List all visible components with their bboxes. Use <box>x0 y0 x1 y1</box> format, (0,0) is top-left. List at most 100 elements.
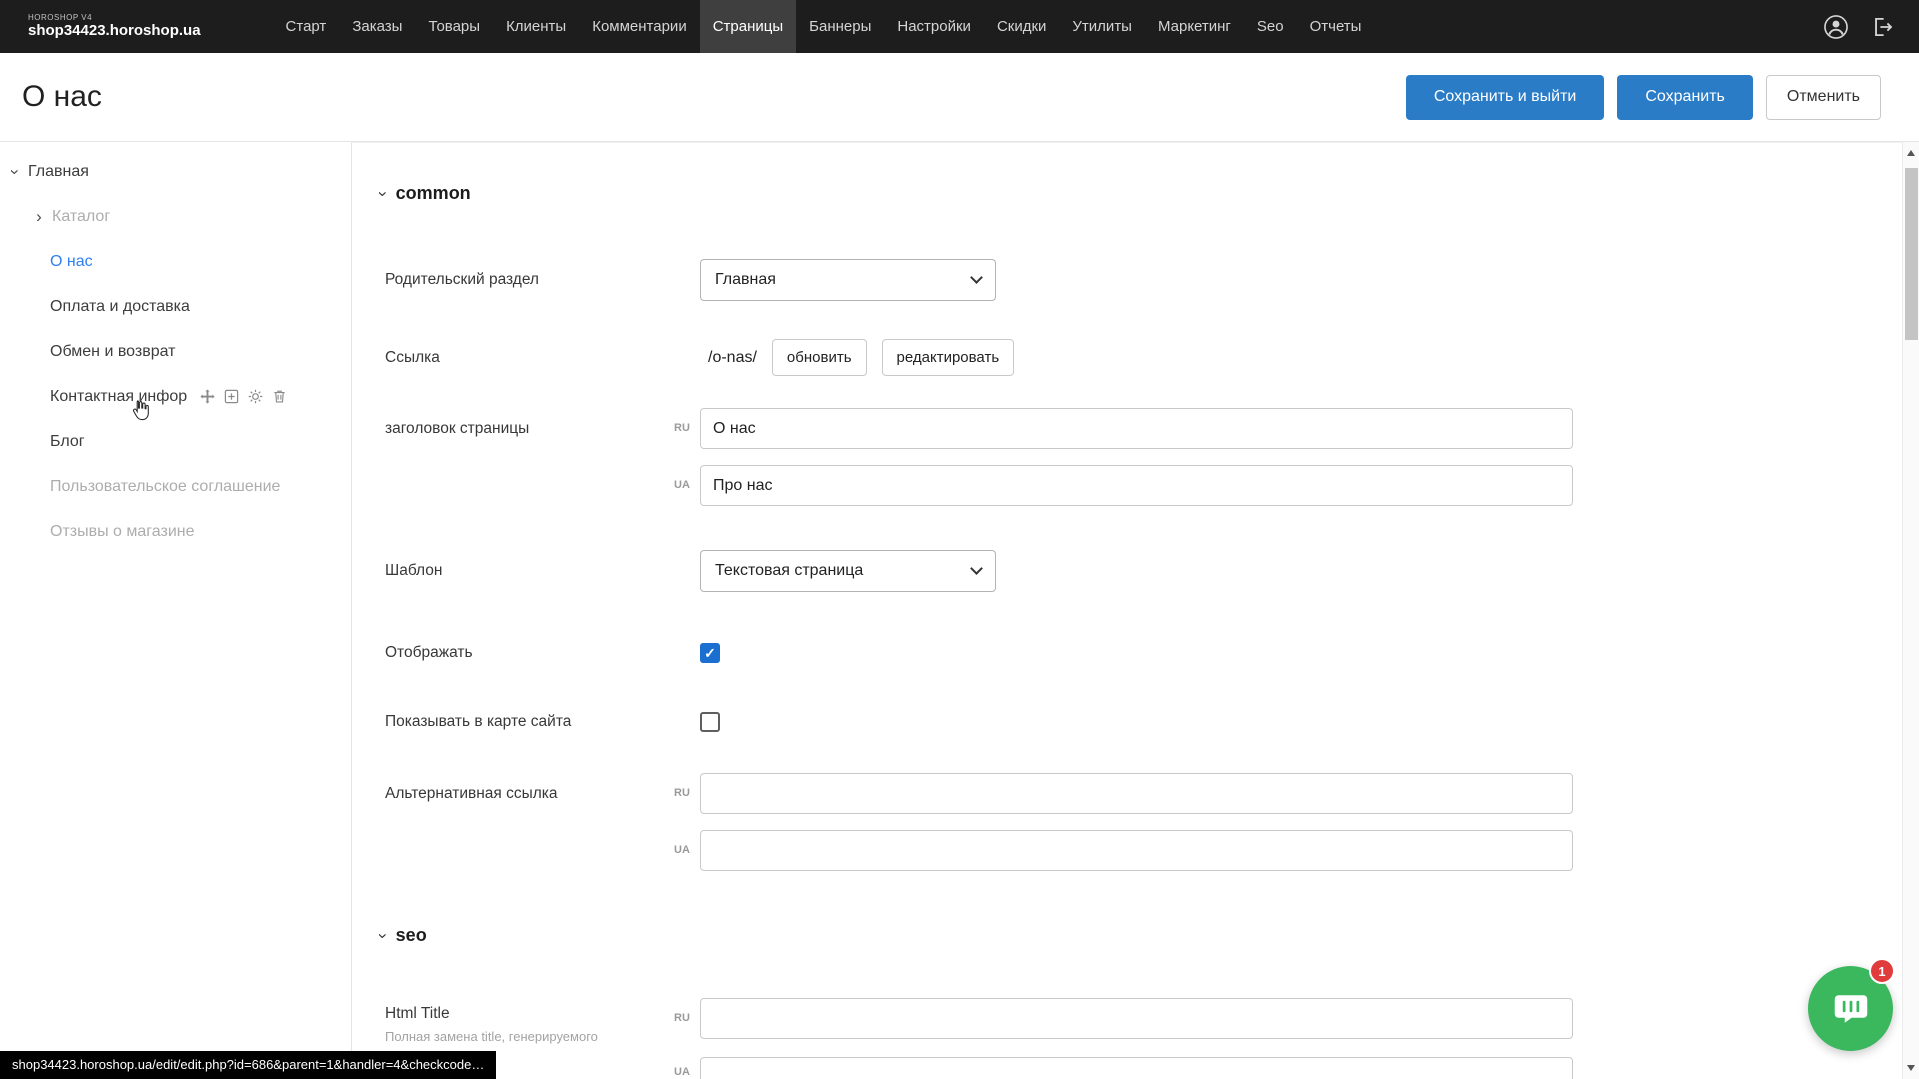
chevron-down-icon: › <box>373 933 393 939</box>
lang-ru-badge: RU <box>670 773 694 814</box>
page-header: О нас Сохранить и выйти Сохранить Отмени… <box>0 53 1919 142</box>
brand-version: HOROSHOP V4 <box>28 14 201 22</box>
tree-item-label: Обмен и возврат <box>50 343 175 361</box>
chevron-right-icon[interactable]: › <box>32 207 46 227</box>
header-actions: Сохранить и выйти Сохранить Отменить <box>1406 75 1881 120</box>
move-icon[interactable] <box>200 389 215 404</box>
link-edit-button[interactable]: редактировать <box>882 339 1015 376</box>
parent-section-label: Родительский раздел <box>385 259 539 301</box>
section-common[interactable]: › common <box>380 183 471 204</box>
nav-item[interactable]: Товары <box>415 0 493 53</box>
sitemap-checkbox[interactable]: ✓ <box>700 712 720 732</box>
page-title-ru-input[interactable] <box>700 408 1573 449</box>
tree-item-label: Контактная инфор <box>50 388 187 406</box>
tree-item-label: Отзывы о магазине <box>50 523 195 541</box>
display-label: Отображать <box>385 640 473 666</box>
lang-ru-badge: RU <box>670 998 694 1039</box>
user-account-icon[interactable] <box>1823 14 1849 40</box>
chat-unread-badge: 1 <box>1869 958 1895 984</box>
chevron-down-icon: › <box>373 191 393 197</box>
section-seo[interactable]: › seo <box>380 925 427 946</box>
page-form: › common Родительский раздел Главная Ссы… <box>352 142 1902 1079</box>
save-button[interactable]: Сохранить <box>1617 75 1753 120</box>
html-title-hint: Полная замена title, генерируемого <box>385 1029 598 1044</box>
scrollbar-down-icon[interactable] <box>1907 1065 1915 1071</box>
tree-item[interactable]: Блог <box>0 419 351 464</box>
cancel-button[interactable]: Отменить <box>1766 75 1881 120</box>
tree-item-label: Блог <box>50 433 85 451</box>
template-select[interactable]: Текстовая страница <box>700 550 996 592</box>
tree-item-label: Пользовательское соглашение <box>50 478 280 496</box>
nav-item[interactable]: Баннеры <box>796 0 884 53</box>
sitemap-label: Показывать в карте сайта <box>385 709 571 735</box>
html-title-label: Html Title <box>385 1005 450 1023</box>
nav-item[interactable]: Скидки <box>984 0 1059 53</box>
save-and-exit-button[interactable]: Сохранить и выйти <box>1406 75 1605 120</box>
horoshop-admin-window: HOROSHOP V4 shop34423.horoshop.ua СтартЗ… <box>0 0 1919 1079</box>
top-navigation: HOROSHOP V4 shop34423.horoshop.ua СтартЗ… <box>0 0 1919 53</box>
section-common-label: common <box>396 183 471 204</box>
scrollbar-thumb[interactable] <box>1905 168 1918 340</box>
tree-item[interactable]: ›Главная <box>0 149 351 194</box>
nav-item[interactable]: Отчеты <box>1297 0 1375 53</box>
tree-item-label: О нас <box>50 253 93 271</box>
check-icon: ✓ <box>704 645 716 662</box>
html-title-ua-input[interactable] <box>700 1057 1573 1079</box>
alt-link-ru-input[interactable] <box>700 773 1573 814</box>
add-icon[interactable] <box>224 389 239 404</box>
tree-item-actions <box>200 389 287 404</box>
select-chevron-icon <box>970 562 983 575</box>
nav-item[interactable]: Настройки <box>884 0 984 53</box>
logout-icon[interactable] <box>1869 14 1895 40</box>
nav-item[interactable]: Клиенты <box>493 0 579 53</box>
template-label: Шаблон <box>385 550 442 592</box>
section-seo-label: seo <box>396 925 427 946</box>
delete-icon[interactable] <box>272 389 287 404</box>
nav-item[interactable]: Seo <box>1244 0 1297 53</box>
parent-section-select[interactable]: Главная <box>700 259 996 301</box>
tree-item[interactable]: Оплата и доставка <box>0 284 351 329</box>
tree-item[interactable]: Пользовательское соглашение <box>0 464 351 509</box>
tree-item-label: Оплата и доставка <box>50 298 190 316</box>
nav-item[interactable]: Утилиты <box>1059 0 1145 53</box>
lang-ru-badge: RU <box>670 408 694 449</box>
settings-icon[interactable] <box>248 389 263 404</box>
page-title: О нас <box>22 80 102 114</box>
scrollbar-up-icon[interactable] <box>1907 150 1915 156</box>
page-title-ua-input[interactable] <box>700 465 1573 506</box>
link-label: Ссылка <box>385 339 440 376</box>
nav-item[interactable]: Страницы <box>700 0 796 53</box>
select-chevron-icon <box>970 271 983 284</box>
template-value: Текстовая страница <box>715 562 863 580</box>
tree-item[interactable]: › Каталог <box>0 194 351 239</box>
brand-logo[interactable]: HOROSHOP V4 shop34423.horoshop.ua <box>28 14 201 39</box>
tree-item[interactable]: О нас <box>0 239 351 284</box>
link-refresh-button[interactable]: обновить <box>772 339 867 376</box>
tree-item-label: Каталог <box>52 208 110 226</box>
chevron-down-icon[interactable]: › <box>5 165 25 179</box>
link-value: /o-nas/ <box>708 349 757 367</box>
nav-item[interactable]: Старт <box>273 0 340 53</box>
nav-item[interactable]: Заказы <box>339 0 415 53</box>
status-url-tooltip: shop34423.horoshop.ua/edit/edit.php?id=6… <box>0 1051 496 1079</box>
vertical-scrollbar[interactable] <box>1902 142 1919 1079</box>
html-title-ru-input[interactable] <box>700 998 1573 1039</box>
topnav-items: СтартЗаказыТоварыКлиентыКомментарииСтран… <box>273 0 1375 53</box>
brand-domain: shop34423.horoshop.ua <box>28 23 201 39</box>
chat-launcher[interactable]: 1 <box>1808 966 1893 1051</box>
link-row: /o-nas/ обновить редактировать <box>708 339 1014 376</box>
nav-item[interactable]: Комментарии <box>579 0 699 53</box>
lang-ua-badge: UA <box>670 1065 694 1079</box>
page-title-field-label: заголовок страницы <box>385 408 529 449</box>
alt-link-ua-input[interactable] <box>700 830 1573 871</box>
tree-item[interactable]: Контактная инфор <box>0 374 351 419</box>
alt-link-label: Альтернативная ссылка <box>385 773 558 814</box>
topnav-right <box>1823 14 1895 40</box>
parent-section-value: Главная <box>715 271 776 289</box>
tree-item-label: Главная <box>28 163 89 181</box>
tree-item[interactable]: Отзывы о магазине <box>0 509 351 554</box>
nav-item[interactable]: Маркетинг <box>1145 0 1244 53</box>
display-checkbox[interactable]: ✓ <box>700 643 720 663</box>
pages-tree: ›Главная›КаталогО насОплата и доставкаОб… <box>0 142 352 1079</box>
tree-item[interactable]: Обмен и возврат <box>0 329 351 374</box>
